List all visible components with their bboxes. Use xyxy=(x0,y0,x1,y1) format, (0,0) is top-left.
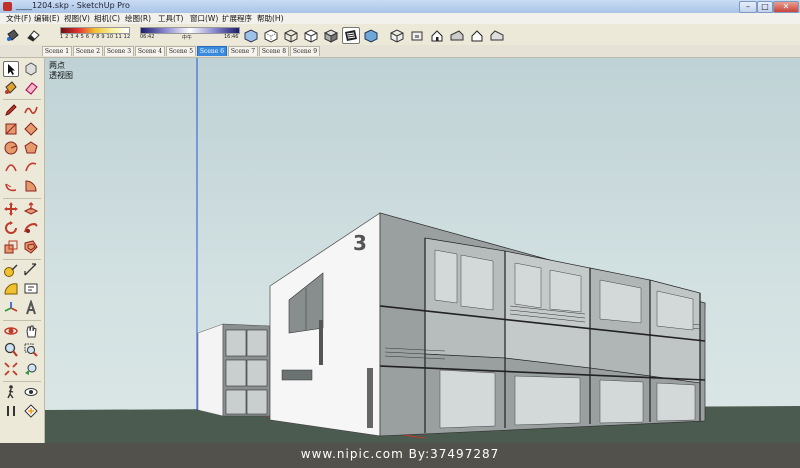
select-icon[interactable] xyxy=(3,61,19,77)
zoom-window-icon[interactable] xyxy=(23,342,39,358)
push-pull-icon[interactable] xyxy=(23,201,39,217)
zoom-extents-icon[interactable] xyxy=(3,361,19,377)
make-component-icon[interactable] xyxy=(23,61,39,77)
pan-icon[interactable] xyxy=(23,323,39,339)
look-around-icon[interactable] xyxy=(23,384,39,400)
menu-file[interactable]: 文件(F) xyxy=(6,13,31,24)
shaded-style-icon[interactable] xyxy=(322,27,340,44)
dimension-icon[interactable] xyxy=(23,262,39,278)
menu-draw[interactable]: 绘图(R) xyxy=(125,13,151,24)
scene-tab-6[interactable]: Scene 6 xyxy=(197,46,227,56)
section-plane-icon[interactable] xyxy=(23,403,39,419)
orbit-icon[interactable] xyxy=(3,323,19,339)
hidden-line-style-icon[interactable] xyxy=(302,27,320,44)
watermark-text: www.nipic.com By:37497287 xyxy=(300,447,500,461)
month-scale: 1 2 3 4 5 6 7 8 9 10 11 12 xyxy=(60,34,131,40)
scale-icon[interactable] xyxy=(3,239,19,255)
time-end-label: 16:46 xyxy=(224,34,239,40)
circle-icon[interactable] xyxy=(3,140,19,156)
menu-extensions[interactable]: 扩展程序 xyxy=(222,13,252,24)
eraser-icon[interactable] xyxy=(24,27,42,44)
axes-icon[interactable] xyxy=(3,300,19,316)
wireframe-style-icon[interactable] xyxy=(282,27,300,44)
scene-tabs-bar: Scene 1 Scene 2 Scene 3 Scene 4 Scene 5 … xyxy=(0,45,800,58)
zoom-icon[interactable] xyxy=(3,342,19,358)
menu-window[interactable]: 窗口(W) xyxy=(190,13,218,24)
rectangle-icon[interactable] xyxy=(3,121,19,137)
window-title: ____1204.skp - SketchUp Pro xyxy=(16,1,130,10)
eraser-tool-icon[interactable] xyxy=(23,80,39,96)
scene-tab-2[interactable]: Scene 2 xyxy=(73,46,103,56)
building-model: 3 xyxy=(45,58,800,443)
tools-palette xyxy=(0,58,45,468)
time-mid-label: 中午 xyxy=(182,35,193,41)
projection-label: 透视图 xyxy=(49,71,73,80)
menu-edit[interactable]: 编辑(E) xyxy=(34,13,60,24)
protractor-icon[interactable] xyxy=(3,281,19,297)
maximize-button[interactable]: □ xyxy=(757,1,773,13)
month-slider[interactable] xyxy=(60,27,130,34)
back-edges-style-icon[interactable] xyxy=(262,27,280,44)
paint-bucket-tool-icon[interactable] xyxy=(3,80,19,96)
left-view-icon[interactable] xyxy=(488,27,506,44)
time-start-label: 06:42 xyxy=(140,34,155,40)
tool-separator xyxy=(3,381,41,382)
pie-icon[interactable] xyxy=(23,178,39,194)
shaded-textures-style-icon[interactable] xyxy=(342,27,360,44)
tool-separator xyxy=(3,320,41,321)
tool-separator xyxy=(3,99,41,100)
scene-tab-1[interactable]: Scene 1 xyxy=(42,46,72,56)
rotate-icon[interactable] xyxy=(3,220,19,236)
menu-view[interactable]: 视图(V) xyxy=(64,13,90,24)
tape-measure-icon[interactable] xyxy=(3,262,19,278)
back-view-icon[interactable] xyxy=(468,27,486,44)
follow-me-icon[interactable] xyxy=(23,220,39,236)
move-icon[interactable] xyxy=(3,201,19,217)
watermark-banner: www.nipic.com By:37497287 xyxy=(0,443,800,468)
walk-icon[interactable] xyxy=(3,384,19,400)
front-view-icon[interactable] xyxy=(428,27,446,44)
scene-tab-7[interactable]: Scene 7 xyxy=(228,46,258,56)
pencil-icon[interactable] xyxy=(3,102,19,118)
paint-bucket-icon[interactable] xyxy=(4,27,22,44)
three-point-arc-icon[interactable] xyxy=(3,178,19,194)
scene-tab-3[interactable]: Scene 3 xyxy=(104,46,134,56)
freehand-icon[interactable] xyxy=(23,102,39,118)
tool-separator xyxy=(3,198,41,199)
time-slider[interactable] xyxy=(140,27,240,34)
scene-tab-5[interactable]: Scene 5 xyxy=(166,46,196,56)
top-view-icon[interactable] xyxy=(408,27,426,44)
right-view-icon[interactable] xyxy=(448,27,466,44)
monochrome-style-icon[interactable] xyxy=(362,27,380,44)
two-point-arc-icon[interactable] xyxy=(23,159,39,175)
tool-separator xyxy=(3,259,41,260)
menu-help[interactable]: 帮助(H) xyxy=(257,13,284,24)
xray-style-icon[interactable] xyxy=(242,27,260,44)
scene-tab-8[interactable]: Scene 8 xyxy=(259,46,289,56)
main-toolbar: 1 2 3 4 5 6 7 8 9 10 11 12 06:42 中午 16:4… xyxy=(0,24,800,46)
arc-icon[interactable] xyxy=(3,159,19,175)
close-button[interactable]: ✕ xyxy=(773,1,799,13)
menu-camera[interactable]: 相机(C) xyxy=(94,13,120,24)
text-icon[interactable] xyxy=(23,281,39,297)
offset-icon[interactable] xyxy=(23,239,39,255)
scene-tab-4[interactable]: Scene 4 xyxy=(135,46,165,56)
minimize-button[interactable]: – xyxy=(739,1,757,13)
polygon-icon[interactable] xyxy=(23,140,39,156)
position-camera-icon[interactable] xyxy=(3,403,19,419)
previous-view-icon[interactable] xyxy=(23,361,39,377)
scene-tab-9[interactable]: Scene 9 xyxy=(290,46,320,56)
sketchup-app-icon xyxy=(3,2,12,11)
rotated-rectangle-icon[interactable] xyxy=(23,121,39,137)
iso-view-icon[interactable] xyxy=(388,27,406,44)
menu-tools[interactable]: 工具(T) xyxy=(158,13,183,24)
shadow-settings-panel: 1 2 3 4 5 6 7 8 9 10 11 12 06:42 中午 16:4… xyxy=(60,26,240,44)
title-bar: ____1204.skp - SketchUp Pro – □ ✕ xyxy=(0,0,800,14)
model-viewport[interactable]: 3 两点 透视图 xyxy=(45,58,800,443)
building-number: 3 xyxy=(353,231,367,255)
3d-text-icon[interactable] xyxy=(23,298,39,316)
